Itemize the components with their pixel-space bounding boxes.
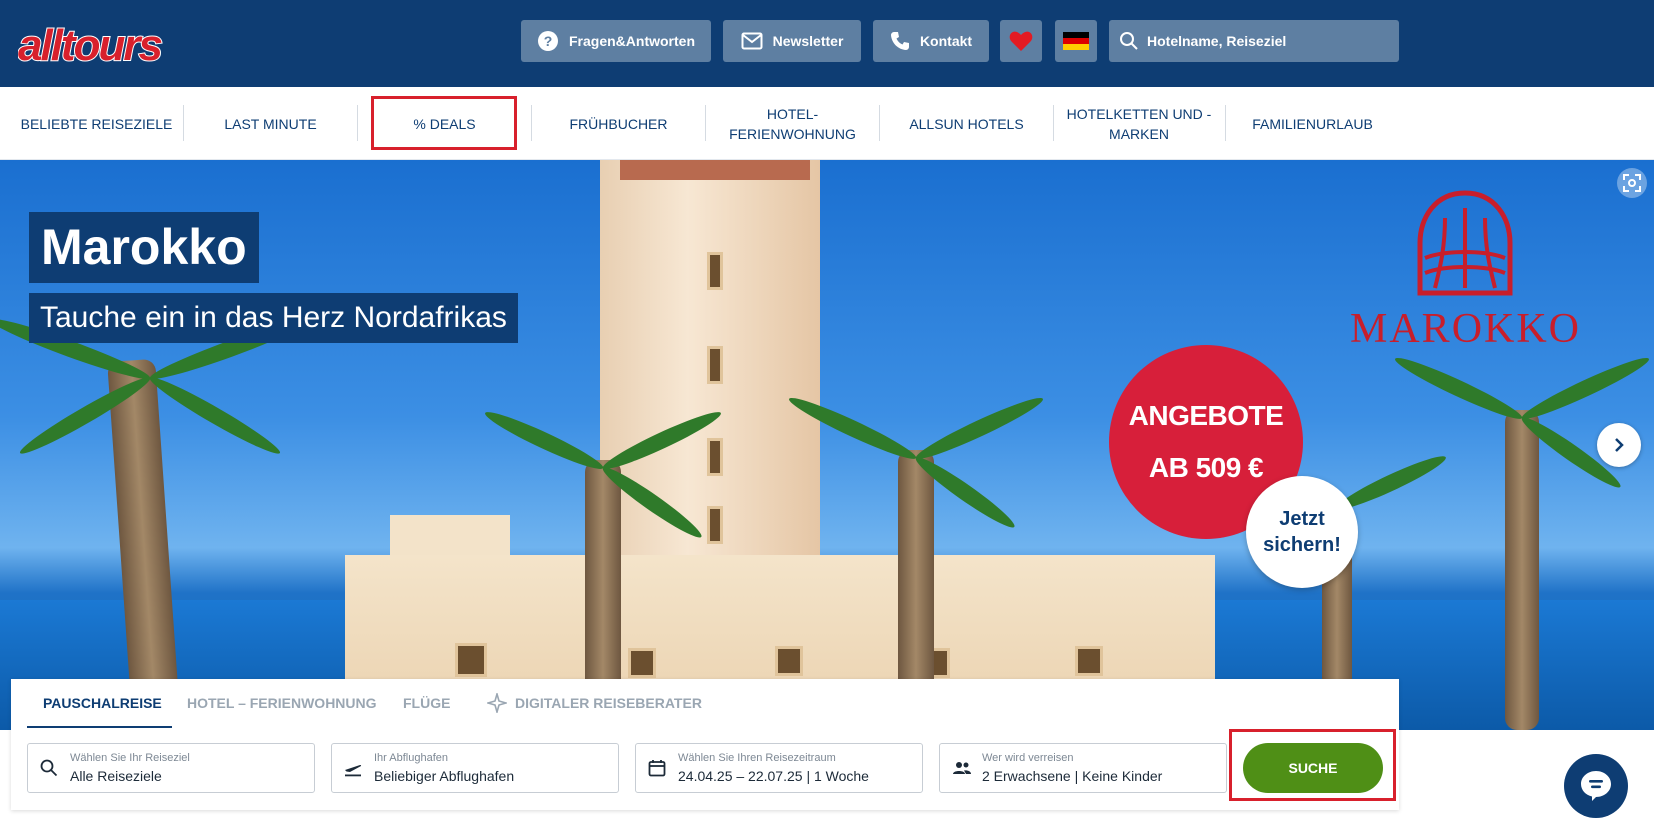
palm-frond bbox=[1518, 351, 1653, 426]
chat-icon bbox=[1581, 771, 1611, 801]
phone-icon bbox=[890, 32, 909, 50]
window bbox=[707, 346, 723, 384]
contact-label: Kontakt bbox=[919, 33, 973, 49]
calendar-icon bbox=[648, 760, 666, 777]
highlight-deals bbox=[371, 96, 517, 150]
german-flag-icon bbox=[1063, 32, 1089, 50]
palm-frond bbox=[912, 391, 1047, 466]
palm-frond bbox=[1391, 351, 1526, 426]
tab-hotel-ferienwohnung[interactable]: HOTEL – FERIENWOHNUNG bbox=[187, 679, 377, 727]
top-bar: alltours ? Fragen&Antworten Newsletter K… bbox=[0, 0, 1654, 87]
destination-label: Wählen Sie Ihr Reiseziel bbox=[70, 752, 190, 764]
faq-label: Fragen&Antworten bbox=[569, 33, 695, 49]
palm-tree bbox=[1505, 410, 1539, 730]
search-panel: PAUSCHALREISE HOTEL – FERIENWOHNUNG FLÜG… bbox=[11, 679, 1399, 810]
hotel-search-input[interactable] bbox=[1147, 33, 1387, 49]
people-icon bbox=[953, 762, 971, 774]
highlight-search-button bbox=[1229, 729, 1396, 801]
airport-field[interactable]: Ihr Abflughafen Beliebiger Abflughafen bbox=[331, 743, 619, 793]
brand-text: MAROKKO bbox=[1350, 306, 1582, 352]
carousel-next-button[interactable] bbox=[1597, 423, 1641, 467]
window bbox=[707, 438, 723, 476]
favorites-button[interactable] bbox=[1000, 20, 1042, 62]
travelers-label: Wer wird verreisen bbox=[982, 752, 1074, 764]
nav-item-familienurlaub[interactable]: FAMILIENURLAUB bbox=[1226, 87, 1399, 160]
window bbox=[775, 646, 803, 676]
window bbox=[707, 252, 723, 290]
nav-item-last-minute[interactable]: LAST MINUTE bbox=[184, 87, 357, 160]
window bbox=[628, 648, 656, 678]
lighthouse-top bbox=[620, 160, 810, 180]
nav-item-beliebte-reiseziele[interactable]: BELIEBTE REISEZIELE bbox=[10, 87, 183, 160]
search-icon bbox=[1120, 32, 1138, 50]
svg-text:?: ? bbox=[544, 33, 553, 49]
palm-frond bbox=[146, 371, 284, 460]
window bbox=[1075, 646, 1103, 676]
newsletter-label: Newsletter bbox=[772, 33, 844, 49]
airport-label: Ihr Abflughafen bbox=[374, 752, 449, 764]
cta-line1: Jetzt bbox=[1279, 508, 1325, 530]
airport-value: Beliebiger Abflughafen bbox=[374, 768, 515, 784]
hero-title: Marokko bbox=[29, 212, 259, 283]
nav-item-allsun-hotels[interactable]: ALLSUN HOTELS bbox=[880, 87, 1053, 160]
language-button[interactable] bbox=[1055, 20, 1097, 62]
travel-period-field[interactable]: Wählen Sie Ihren Reisezeitraum 24.04.25 … bbox=[635, 743, 923, 793]
palm-frond bbox=[481, 405, 607, 476]
main-nav: BELIEBTE REISEZIELE LAST MINUTE % DEALS … bbox=[0, 87, 1654, 160]
tab-digitaler-reiseberater[interactable]: DIGITALER REISEBERATER bbox=[487, 679, 702, 727]
tab-fluege[interactable]: FLÜGE bbox=[403, 679, 450, 727]
hotel-search[interactable] bbox=[1109, 20, 1399, 62]
nav-item-fruehbucher[interactable]: FRÜHBUCHER bbox=[532, 87, 705, 160]
travel-period-label: Wählen Sie Ihren Reisezeitraum bbox=[678, 752, 836, 764]
destination-field[interactable]: Wählen Sie Ihr Reiseziel Alle Reiseziele bbox=[27, 743, 315, 793]
faq-button[interactable]: ? Fragen&Antworten bbox=[521, 20, 711, 62]
contact-button[interactable]: Kontakt bbox=[873, 20, 989, 62]
newsletter-button[interactable]: Newsletter bbox=[723, 20, 861, 62]
active-tab-indicator bbox=[27, 726, 172, 728]
hero-subtitle: Tauche ein in das Herz Nordafrikas bbox=[29, 293, 518, 343]
window bbox=[707, 506, 723, 544]
alltours-logo[interactable]: alltours bbox=[17, 20, 204, 71]
nav-item-hotel-ferienwohnung[interactable]: HOTEL- FERIENWOHNUNG bbox=[706, 87, 879, 160]
travelers-value: 2 Erwachsene | Keine Kinder bbox=[982, 768, 1163, 784]
nav-item-hotelketten-marken[interactable]: HOTELKETTEN UND - MARKEN bbox=[1054, 87, 1224, 160]
cta-line2: sichern! bbox=[1263, 534, 1341, 556]
chat-button[interactable] bbox=[1564, 754, 1628, 818]
plane-departure-icon bbox=[345, 764, 362, 777]
cta-badge[interactable]: Jetzt sichern! bbox=[1246, 476, 1358, 588]
travel-period-value: 24.04.25 – 22.07.25 | 1 Woche bbox=[678, 768, 869, 784]
svg-text:alltours: alltours bbox=[18, 22, 161, 66]
heart-icon bbox=[1009, 31, 1033, 51]
destination-value: Alle Reiseziele bbox=[70, 768, 162, 784]
tab-pauschalreise[interactable]: PAUSCHALREISE bbox=[43, 679, 162, 727]
search-icon bbox=[40, 759, 58, 777]
window bbox=[455, 643, 487, 677]
chevron-right-icon bbox=[1615, 438, 1624, 452]
fullscreen-icon[interactable] bbox=[1617, 168, 1647, 198]
sparkle-icon bbox=[487, 693, 507, 713]
offer-line2: AB 509 € bbox=[1148, 452, 1264, 483]
offer-line1: ANGEBOTE bbox=[1128, 400, 1284, 431]
mail-icon bbox=[741, 32, 763, 50]
question-icon: ? bbox=[538, 31, 558, 51]
travelers-field[interactable]: Wer wird verreisen 2 Erwachsene | Keine … bbox=[939, 743, 1227, 793]
